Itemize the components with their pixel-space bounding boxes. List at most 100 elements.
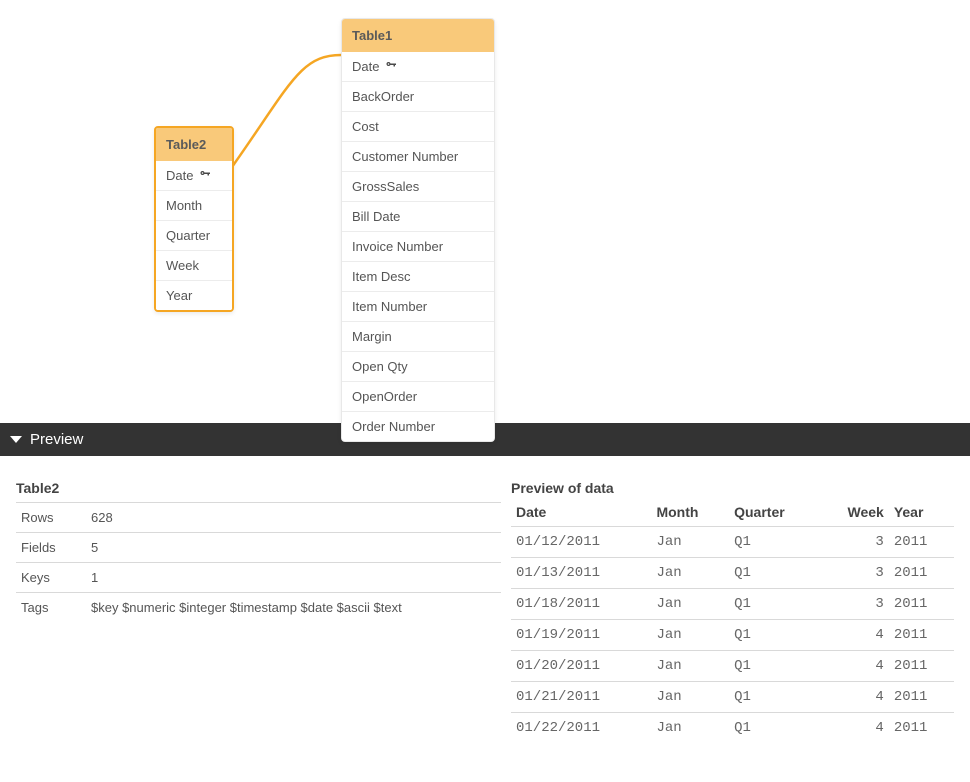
table-cell: 01/21/2011 [511, 682, 651, 713]
chevron-down-icon [10, 436, 22, 443]
table-header-row: DateMonthQuarterWeekYear [511, 502, 954, 527]
metadata-row-rows: Rows 628 [16, 503, 501, 533]
table-field-row[interactable]: Week [156, 250, 232, 280]
table-cell: 2011 [889, 682, 954, 713]
table-cell: 4 [820, 620, 889, 651]
field-label: Month [166, 198, 202, 213]
table-field-row[interactable]: Item Number [342, 291, 494, 321]
table-field-row[interactable]: Date [342, 52, 494, 81]
table-cell: 4 [820, 682, 889, 713]
table-field-row[interactable]: BackOrder [342, 81, 494, 111]
table-cell: 2011 [889, 527, 954, 558]
data-preview-panel: Preview of data DateMonthQuarterWeekYear… [511, 480, 954, 743]
table-field-row[interactable]: Item Desc [342, 261, 494, 291]
table-field-row[interactable]: Year [156, 280, 232, 310]
table-cell: 01/13/2011 [511, 558, 651, 589]
field-label: Item Number [352, 299, 427, 314]
table-cell: 01/19/2011 [511, 620, 651, 651]
table-cell: Q1 [729, 589, 820, 620]
metadata-value: 5 [86, 533, 501, 563]
table-field-row[interactable]: Bill Date [342, 201, 494, 231]
table-cell: Jan [651, 651, 729, 682]
metadata-label: Fields [16, 533, 86, 563]
table-field-row[interactable]: OpenOrder [342, 381, 494, 411]
table-node-body: Date BackOrder Cost Customer Number GrossSal… [342, 52, 494, 441]
field-label: Date [166, 168, 193, 183]
table-cell: 2011 [889, 558, 954, 589]
table-field-row[interactable]: Cost [342, 111, 494, 141]
column-header[interactable]: Date [511, 502, 651, 527]
table-row[interactable]: 01/19/2011JanQ142011 [511, 620, 954, 651]
table-cell: Jan [651, 620, 729, 651]
table-node-table2[interactable]: Table2 Date Month Quarter WeekYear [154, 126, 234, 312]
metadata-row-fields: Fields 5 [16, 533, 501, 563]
field-label: Quarter [166, 228, 210, 243]
table-row[interactable]: 01/21/2011JanQ142011 [511, 682, 954, 713]
table-field-row[interactable]: Date [156, 161, 232, 190]
metadata-value: $key $numeric $integer $timestamp $date … [86, 593, 501, 623]
table-cell: 2011 [889, 620, 954, 651]
table-cell: 2011 [889, 589, 954, 620]
table-field-row[interactable]: Invoice Number [342, 231, 494, 261]
key-icon [199, 168, 211, 183]
metadata-value: 628 [86, 503, 501, 533]
table-cell: 4 [820, 713, 889, 744]
diagram-area: Table2 Date Month Quarter WeekYear Table1 D… [0, 0, 970, 423]
column-header[interactable]: Quarter [729, 502, 820, 527]
table-field-row[interactable]: GrossSales [342, 171, 494, 201]
table-node-table1[interactable]: Table1 Date BackOrder Cost Customer Number G… [341, 18, 495, 442]
table-cell: Q1 [729, 682, 820, 713]
table-cell: 2011 [889, 713, 954, 744]
field-label: OpenOrder [352, 389, 417, 404]
table-field-row[interactable]: Margin [342, 321, 494, 351]
table-node-header[interactable]: Table1 [342, 19, 494, 52]
table-cell: 2011 [889, 651, 954, 682]
field-label: GrossSales [352, 179, 419, 194]
table-field-row[interactable]: Order Number [342, 411, 494, 441]
table-node-header[interactable]: Table2 [156, 128, 232, 161]
table-field-row[interactable]: Open Qty [342, 351, 494, 381]
preview-title: Preview [30, 431, 83, 448]
table-cell: 3 [820, 527, 889, 558]
table-cell: Jan [651, 682, 729, 713]
table-row[interactable]: 01/12/2011JanQ132011 [511, 527, 954, 558]
table-cell: 01/12/2011 [511, 527, 651, 558]
metadata-label: Keys [16, 563, 86, 593]
table-row[interactable]: 01/18/2011JanQ132011 [511, 589, 954, 620]
data-preview-title: Preview of data [511, 480, 954, 502]
data-preview-table: DateMonthQuarterWeekYear 01/12/2011JanQ1… [511, 502, 954, 743]
field-label: Invoice Number [352, 239, 443, 254]
table-field-row[interactable]: Customer Number [342, 141, 494, 171]
table-cell: Jan [651, 527, 729, 558]
column-header[interactable]: Year [889, 502, 954, 527]
table-field-row[interactable]: Quarter [156, 220, 232, 250]
table-cell: Jan [651, 713, 729, 744]
metadata-table-name: Table2 [16, 480, 501, 502]
table-cell: 3 [820, 589, 889, 620]
field-label: Bill Date [352, 209, 400, 224]
metadata-label: Rows [16, 503, 86, 533]
table-cell: 01/22/2011 [511, 713, 651, 744]
field-label: Order Number [352, 419, 435, 434]
metadata-row-keys: Keys 1 [16, 563, 501, 593]
table-field-row[interactable]: Month [156, 190, 232, 220]
column-header[interactable]: Month [651, 502, 729, 527]
field-label: Item Desc [352, 269, 411, 284]
field-label: BackOrder [352, 89, 414, 104]
table-row[interactable]: 01/20/2011JanQ142011 [511, 651, 954, 682]
column-header[interactable]: Week [820, 502, 889, 527]
table-cell: 4 [820, 651, 889, 682]
metadata-table: Rows 628 Fields 5 Keys 1 Tags $key $nume… [16, 502, 501, 622]
table-cell: 3 [820, 558, 889, 589]
metadata-value: 1 [86, 563, 501, 593]
field-label: Open Qty [352, 359, 408, 374]
field-label: Customer Number [352, 149, 458, 164]
field-label: Margin [352, 329, 392, 344]
table-row[interactable]: 01/22/2011JanQ142011 [511, 713, 954, 744]
table-cell: Q1 [729, 527, 820, 558]
table-cell: Q1 [729, 651, 820, 682]
metadata-label: Tags [16, 593, 86, 623]
table-row[interactable]: 01/13/2011JanQ132011 [511, 558, 954, 589]
table-cell: Jan [651, 558, 729, 589]
table-cell: Jan [651, 589, 729, 620]
